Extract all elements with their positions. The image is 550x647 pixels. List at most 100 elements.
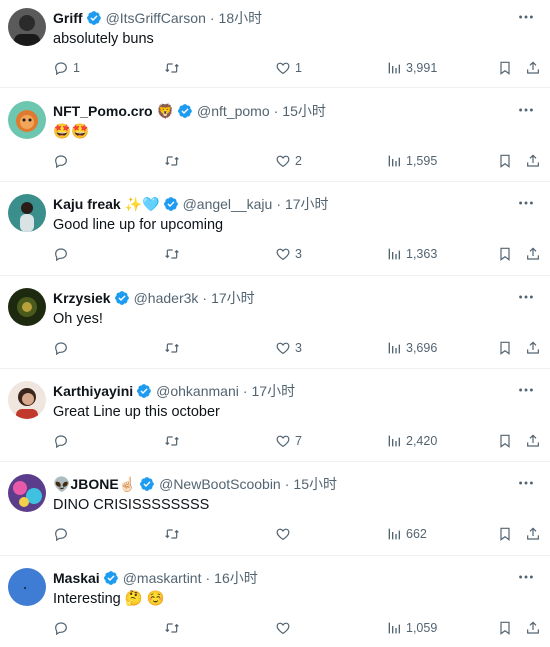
bookmark-icon [500, 247, 510, 261]
views-button[interactable]: 1,059 [386, 618, 437, 638]
avatar[interactable] [8, 288, 46, 326]
retweet-button[interactable] [164, 244, 184, 264]
tweet-item[interactable]: 👽JBONE☝🏻 @NewBootScoobin · 15小时 DINO CRI… [0, 462, 550, 556]
heart-icon [276, 528, 290, 541]
share-icon [527, 341, 539, 354]
user-handle[interactable]: @maskartint [123, 568, 202, 588]
retweet-button[interactable] [164, 431, 184, 451]
like-button[interactable]: 3 [275, 338, 302, 358]
avatar[interactable] [8, 568, 46, 606]
like-button[interactable]: 3 [275, 244, 302, 264]
like-button[interactable] [275, 618, 295, 638]
timestamp[interactable]: 16小时 [214, 568, 258, 588]
more-icon[interactable] [516, 8, 536, 28]
bookmark-button[interactable] [497, 524, 513, 544]
like-button[interactable]: 7 [275, 431, 302, 451]
timestamp[interactable]: 17小时 [252, 381, 296, 401]
reply-icon [55, 155, 67, 169]
avatar[interactable] [8, 101, 46, 139]
verified-badge-icon [86, 11, 101, 25]
tweet-item[interactable]: Maskai @maskartint · 16小时 Interesting 🤔 … [0, 556, 550, 647]
user-handle[interactable]: @NewBootScoobin [159, 474, 281, 494]
display-name[interactable]: Kaju freak [53, 194, 121, 214]
bookmark-button[interactable] [497, 618, 513, 638]
avatar[interactable] [8, 8, 46, 46]
user-handle[interactable]: @hader3k [134, 288, 199, 308]
share-button[interactable] [525, 524, 541, 544]
action-bar: 1,059 [0, 618, 550, 638]
more-icon[interactable] [516, 474, 536, 494]
views-button[interactable]: 1,595 [386, 151, 437, 171]
share-icon [527, 434, 539, 447]
share-button[interactable] [525, 58, 541, 78]
views-button[interactable]: 3,991 [386, 58, 437, 78]
retweet-button[interactable] [164, 524, 184, 544]
action-bar: 7 2,420 [0, 431, 550, 451]
tweet-item[interactable]: Griff @ItsGriffCarson · 18小时 absolutely … [0, 0, 550, 88]
share-button[interactable] [525, 244, 541, 264]
retweet-button[interactable] [164, 338, 184, 358]
display-name[interactable]: Krzysiek [53, 288, 111, 308]
avatar[interactable] [8, 474, 46, 512]
tweet-item[interactable]: NFT_Pomo.cro 🦁 @nft_pomo · 15小时 🤩🤩 2 1,5… [0, 89, 550, 182]
bookmark-button[interactable] [497, 431, 513, 451]
bookmark-button[interactable] [497, 58, 513, 78]
share-button[interactable] [525, 431, 541, 451]
display-name[interactable]: Griff [53, 8, 83, 28]
timestamp[interactable]: 17小时 [285, 194, 329, 214]
timestamp[interactable]: 17小时 [211, 288, 255, 308]
reply-button[interactable] [53, 244, 73, 264]
retweet-button[interactable] [164, 618, 184, 638]
retweet-icon [165, 249, 179, 259]
more-icon[interactable] [516, 381, 536, 401]
tweet-text: Great Line up this october [53, 404, 220, 420]
timestamp[interactable]: 15小时 [293, 474, 337, 494]
bookmark-button[interactable] [497, 151, 513, 171]
tweet-item[interactable]: Kaju freak ✨🩵 @angel__kaju · 17小时 Good l… [0, 182, 550, 276]
like-button[interactable]: 2 [275, 151, 302, 171]
reply-button[interactable] [53, 338, 73, 358]
reply-button[interactable] [53, 618, 73, 638]
tweet-item[interactable]: Karthiyayini @ohkanmani · 17小时 Great Lin… [0, 369, 550, 462]
views-button[interactable]: 662 [386, 524, 427, 544]
more-icon[interactable] [516, 101, 536, 121]
bookmark-button[interactable] [497, 244, 513, 264]
user-handle[interactable]: @ohkanmani [156, 381, 239, 401]
avatar[interactable] [8, 381, 46, 419]
display-name[interactable]: NFT_Pomo.cro [53, 101, 153, 121]
reply-button[interactable]: 1 [53, 58, 80, 78]
views-button[interactable]: 2,420 [386, 431, 437, 451]
user-handle[interactable]: @ItsGriffCarson [106, 8, 206, 28]
verified-badge-icon [163, 197, 178, 211]
views-count: 1,059 [406, 621, 438, 635]
views-button[interactable]: 1,363 [386, 244, 437, 264]
display-name[interactable]: Karthiyayini [53, 381, 133, 401]
separator-dot: · [273, 103, 279, 119]
views-button[interactable]: 3,696 [386, 338, 437, 358]
like-button[interactable] [275, 524, 295, 544]
tweet-item[interactable]: Krzysiek @hader3k · 17小时 Oh yes! 3 3,696 [0, 276, 550, 369]
reply-button[interactable] [53, 431, 73, 451]
reply-button[interactable] [53, 151, 73, 171]
more-icon[interactable] [516, 288, 536, 308]
separator-dot: · [276, 196, 281, 212]
user-handle[interactable]: @nft_pomo [197, 101, 270, 121]
user-handle[interactable]: @angel__kaju [183, 194, 273, 214]
display-name[interactable]: Maskai [53, 568, 100, 588]
share-button[interactable] [525, 618, 541, 638]
retweet-icon [165, 343, 179, 353]
avatar[interactable] [8, 194, 46, 232]
more-icon[interactable] [516, 194, 536, 214]
more-icon[interactable] [516, 568, 536, 588]
like-button[interactable]: 1 [275, 58, 302, 78]
bookmark-button[interactable] [497, 338, 513, 358]
share-button[interactable] [525, 338, 541, 358]
reply-button[interactable] [53, 524, 73, 544]
share-button[interactable] [525, 151, 541, 171]
display-name[interactable]: 👽JBONE☝🏻 [53, 474, 136, 494]
retweet-button[interactable] [164, 58, 184, 78]
timestamp[interactable]: 18小时 [219, 8, 263, 28]
retweet-button[interactable] [164, 151, 184, 171]
timestamp[interactable]: 15小时 [282, 101, 326, 121]
share-icon [527, 61, 539, 74]
